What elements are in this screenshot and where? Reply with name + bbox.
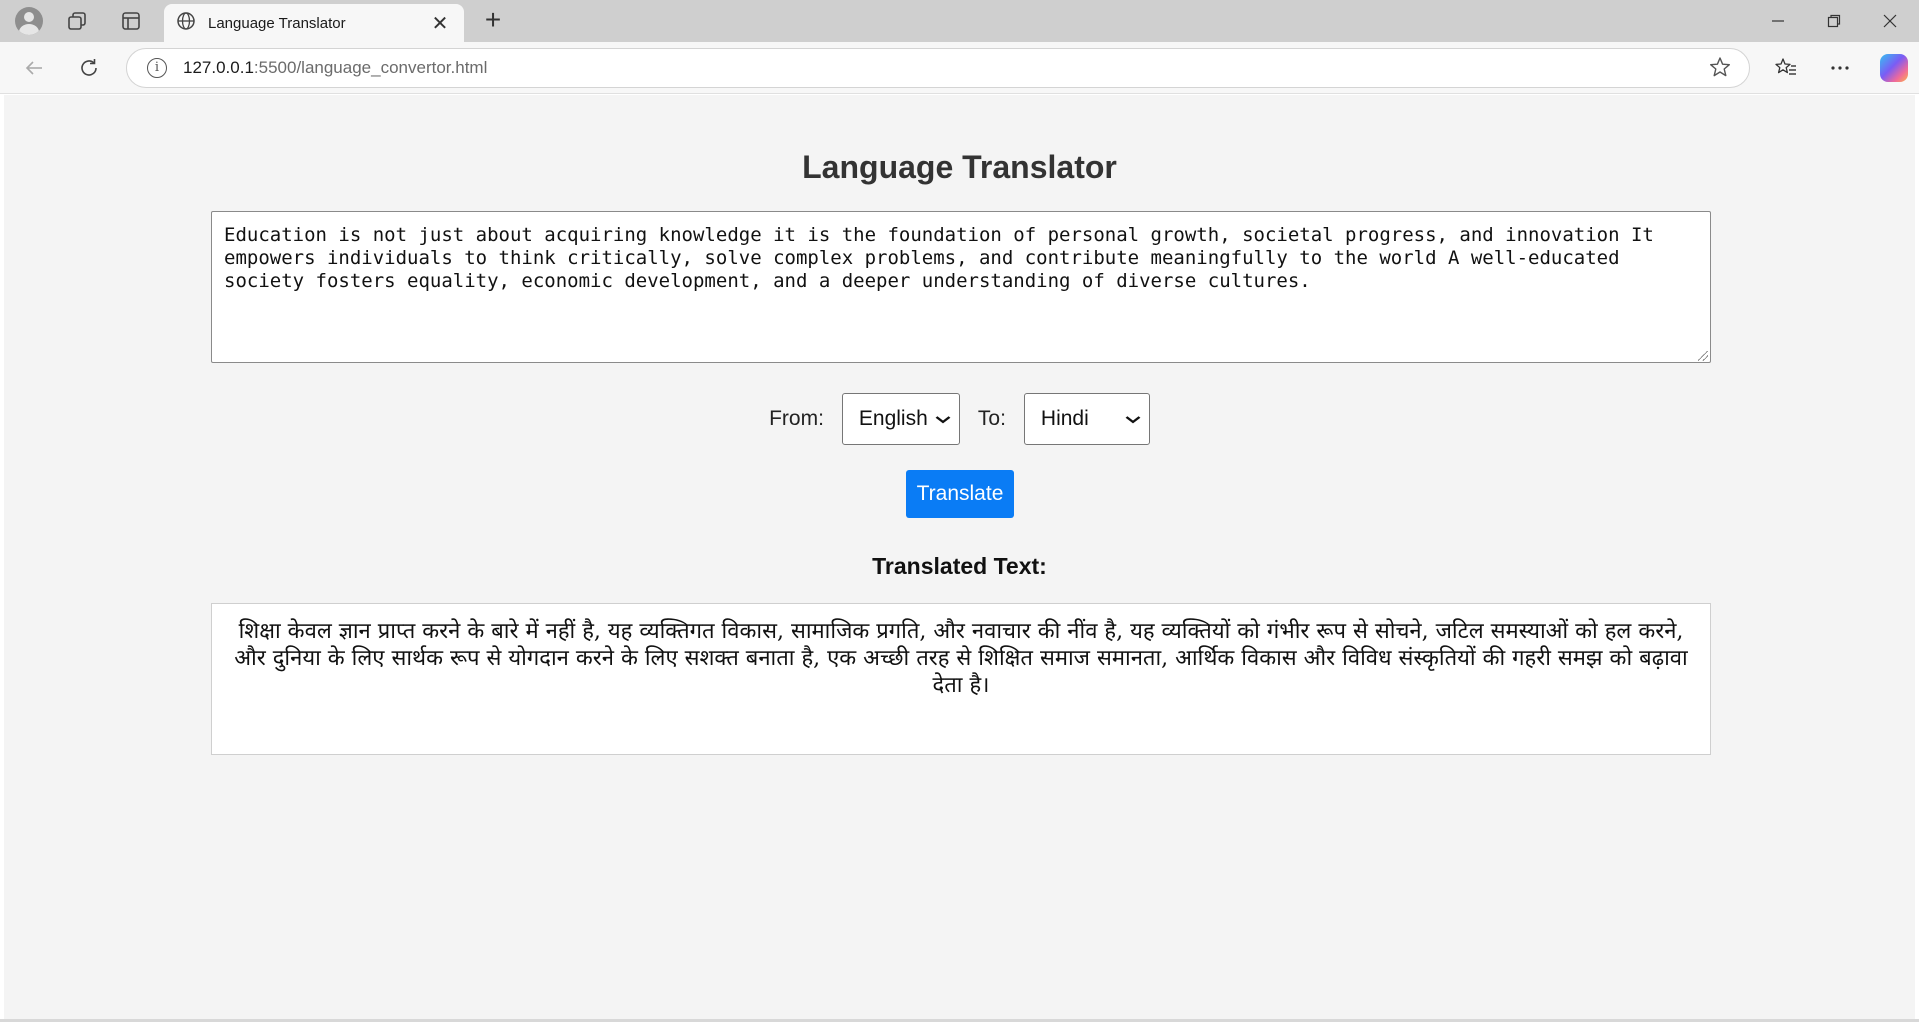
minimize-icon[interactable] bbox=[1750, 0, 1806, 42]
to-language-select[interactable]: Hindi bbox=[1023, 393, 1150, 445]
chevron-down-icon bbox=[935, 412, 951, 427]
profile-avatar-icon[interactable] bbox=[4, 0, 54, 42]
source-text-input[interactable]: Education is not just about acquiring kn… bbox=[211, 211, 1711, 363]
url-path: :5500/language_convertor.html bbox=[253, 58, 488, 77]
new-tab-icon[interactable]: + bbox=[478, 6, 508, 37]
translated-text-output: शिक्षा केवल ज्ञान प्राप्त करने के बारे म… bbox=[211, 603, 1711, 755]
window-close-icon[interactable] bbox=[1862, 0, 1918, 42]
copilot-icon[interactable] bbox=[1876, 50, 1912, 86]
address-bar[interactable]: i 127.0.0.1:5500/language_convertor.html bbox=[126, 48, 1750, 88]
close-icon[interactable]: ✕ bbox=[428, 11, 452, 36]
language-selector-row: From: English To: Hindi bbox=[4, 393, 1915, 445]
globe-icon bbox=[176, 11, 196, 36]
from-language-value: English bbox=[858, 407, 928, 430]
translated-text-heading: Translated Text: bbox=[872, 553, 1047, 579]
to-label: To: bbox=[977, 407, 1006, 430]
page-body: Language Translator Education is not jus… bbox=[4, 95, 1915, 1019]
more-icon[interactable] bbox=[1822, 50, 1858, 86]
from-language-select[interactable]: English bbox=[841, 393, 960, 445]
chevron-down-icon bbox=[1125, 412, 1141, 427]
favorite-star-icon[interactable] bbox=[1709, 56, 1731, 84]
favorites-icon[interactable] bbox=[1768, 50, 1804, 86]
active-tab[interactable]: Language Translator ✕ bbox=[164, 4, 464, 42]
restore-icon[interactable] bbox=[1806, 0, 1862, 42]
back-icon[interactable] bbox=[16, 50, 52, 86]
url-host: 127.0.0.1 bbox=[183, 58, 254, 77]
refresh-icon[interactable] bbox=[71, 50, 107, 86]
from-label: From: bbox=[769, 407, 824, 430]
workspaces-icon[interactable] bbox=[52, 0, 102, 42]
to-language-value: Hindi bbox=[1040, 407, 1089, 430]
resize-handle[interactable] bbox=[1698, 351, 1708, 361]
translate-button[interactable]: Translate bbox=[906, 470, 1014, 518]
tab-actions-icon[interactable] bbox=[106, 0, 156, 42]
browser-tab-bar: Language Translator ✕ + bbox=[0, 0, 1919, 42]
page-title: Language Translator bbox=[802, 149, 1117, 185]
tab-title: Language Translator bbox=[208, 14, 346, 32]
browser-toolbar: i 127.0.0.1:5500/language_convertor.html bbox=[0, 42, 1919, 94]
info-icon[interactable]: i bbox=[147, 58, 167, 78]
